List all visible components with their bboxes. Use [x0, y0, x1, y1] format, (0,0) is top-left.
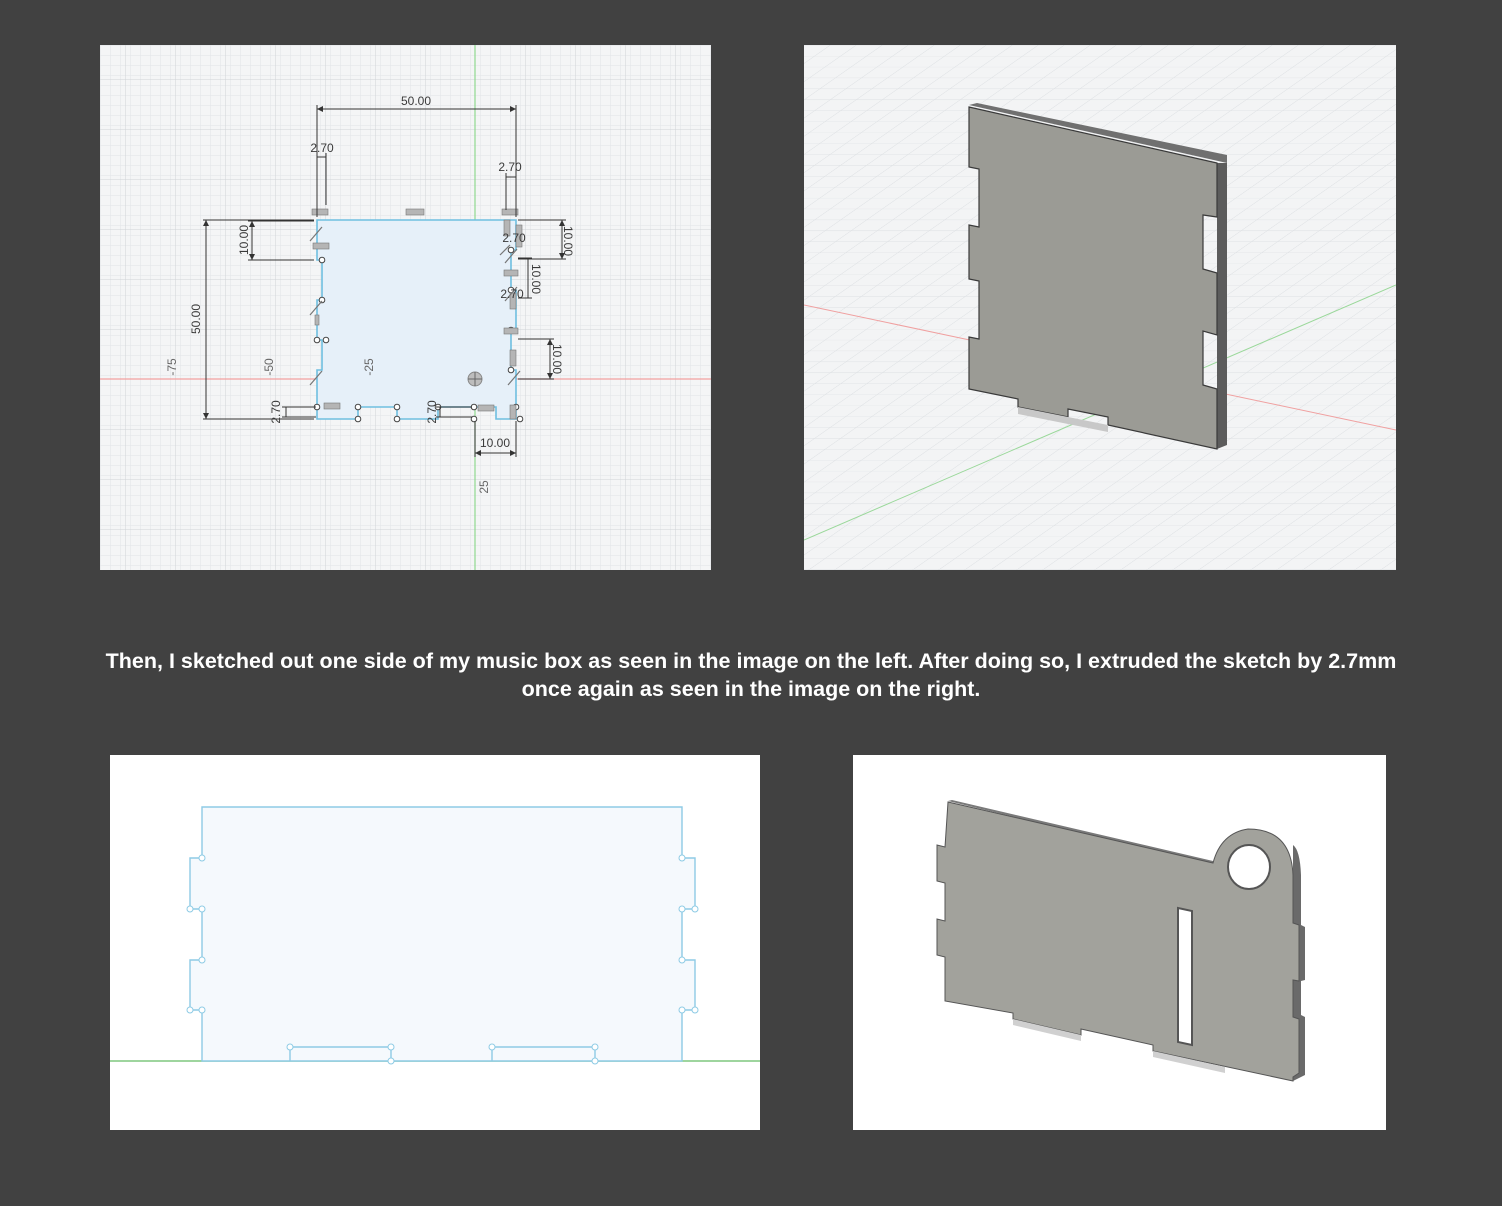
dim-bottom-left-depth[interactable]: 2.70: [269, 400, 283, 424]
second-sketch-view: [110, 755, 760, 1130]
axis-label-neg75: -75: [165, 358, 179, 376]
dim-right-inner-2[interactable]: 2.70: [500, 287, 524, 301]
dim-right-middle[interactable]: 10.00: [529, 264, 543, 294]
dim-right-tab-width[interactable]: 2.70: [498, 160, 522, 174]
origin-icon[interactable]: [467, 371, 483, 387]
caption-line-1: Then, I sketched out one side of my musi…: [105, 649, 1397, 673]
vertical-slot: [1177, 906, 1193, 1047]
dim-bottom-right-width[interactable]: 10.00: [480, 436, 510, 450]
dim-right-inner-1[interactable]: 2.70: [502, 231, 526, 245]
extruded-part-view: [804, 45, 1396, 570]
axis-label-neg25: -25: [362, 358, 376, 376]
second-extruded-part-view: [853, 755, 1386, 1130]
sketch-profile-2[interactable]: [189, 806, 696, 1062]
dim-overall-height[interactable]: 50.00: [189, 304, 203, 334]
sketch-canvas: 50.00 2.70 2.70 2.70 2.70 10.00 50.00 10…: [100, 45, 711, 570]
dim-top-width[interactable]: 50.00: [401, 94, 431, 108]
caption-line-2: once again as seen in the image on the r…: [521, 677, 981, 701]
hanging-hole: [1227, 844, 1271, 890]
sketch-canvas-2: [110, 806, 760, 1065]
3d-canvas: [804, 45, 1396, 570]
sketch-profile[interactable]: [316, 219, 517, 420]
dim-right-lower[interactable]: 10.00: [550, 344, 564, 374]
sketch-dimension-view: 50.00 2.70 2.70 2.70 2.70 10.00 50.00 10…: [100, 45, 711, 570]
axis-label-neg50: -50: [262, 358, 276, 376]
dim-right-top[interactable]: 10.00: [561, 226, 575, 256]
part-face[interactable]: [936, 801, 1300, 1082]
dim-left-tab-width[interactable]: 2.70: [310, 141, 334, 155]
dim-bottom-mid-depth[interactable]: 2.70: [425, 400, 439, 424]
axis-label-25: 25: [477, 480, 491, 494]
panel-side-edge: [1217, 163, 1227, 449]
3d-canvas-2: [936, 800, 1305, 1082]
description-caption: Then, I sketched out one side of my musi…: [0, 647, 1502, 703]
dim-left-tab-height[interactable]: 10.00: [237, 225, 251, 255]
